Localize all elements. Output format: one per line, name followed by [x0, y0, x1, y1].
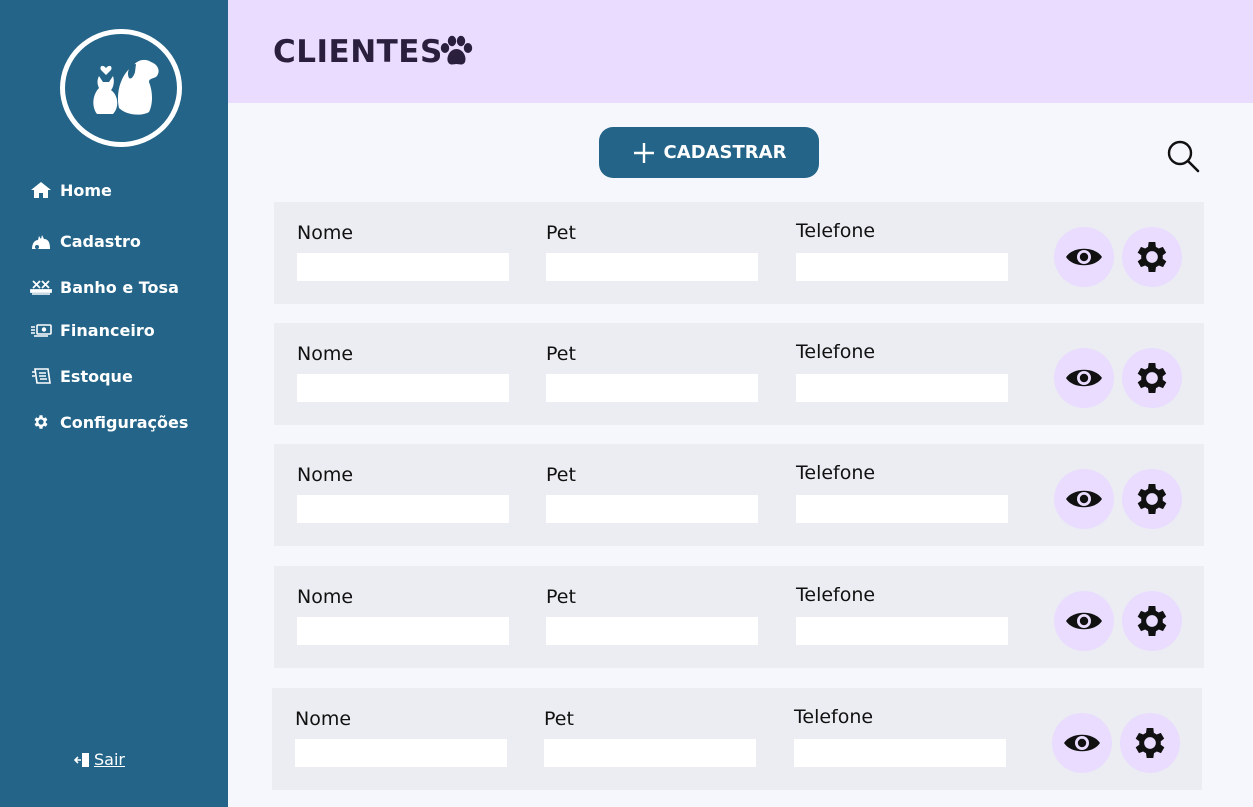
name-label: Nome	[297, 586, 354, 608]
pet-label: Pet	[544, 708, 574, 730]
pet-label: Pet	[546, 464, 576, 486]
view-button[interactable]	[1054, 469, 1114, 529]
pet-field[interactable]	[546, 495, 758, 523]
sidebar-item-financeiro[interactable]: Financeiro	[28, 320, 155, 340]
page-header: CLIENTES	[228, 0, 1253, 103]
name-label: Nome	[297, 343, 354, 365]
name-label: Nome	[297, 464, 354, 486]
client-row: Nome Pet Telefone	[272, 688, 1202, 790]
settings-button[interactable]	[1122, 227, 1182, 287]
eye-icon	[1066, 490, 1102, 508]
logo-icon	[93, 59, 159, 115]
sidebar-item-label: Cadastro	[60, 231, 141, 251]
gear-icon	[1137, 363, 1167, 393]
pet-label: Pet	[546, 222, 576, 244]
client-row: Nome Pet Telefone	[274, 444, 1204, 546]
settings-button[interactable]	[1122, 348, 1182, 408]
eye-icon	[1066, 369, 1102, 387]
name-field[interactable]	[297, 253, 509, 281]
pet-field[interactable]	[546, 374, 758, 402]
sidebar-item-label: Estoque	[60, 366, 133, 386]
view-button[interactable]	[1054, 348, 1114, 408]
eye-icon	[1066, 612, 1102, 630]
add-client-button[interactable]: CADASTRAR	[599, 127, 819, 178]
sidebar-item-label: Configurações	[60, 412, 189, 432]
phone-label: Telefone	[796, 341, 876, 363]
sidebar-item-configuracoes[interactable]: Configurações	[28, 412, 188, 432]
client-row: Nome Pet Telefone	[274, 323, 1204, 425]
gear-icon	[1135, 728, 1165, 758]
add-client-label: CADASTRAR	[663, 142, 787, 163]
settings-button[interactable]	[1122, 469, 1182, 529]
name-field[interactable]	[295, 739, 507, 767]
gear-icon	[1137, 606, 1167, 636]
pet-label: Pet	[546, 343, 576, 365]
phone-field[interactable]	[794, 739, 1006, 767]
view-button[interactable]	[1054, 227, 1114, 287]
search-icon[interactable]	[1165, 138, 1201, 174]
page-title: CLIENTES	[273, 34, 443, 70]
client-row: Nome Pet Telefone	[274, 202, 1204, 304]
house-icon	[28, 180, 53, 200]
pet-field[interactable]	[546, 617, 758, 645]
name-field[interactable]	[297, 374, 509, 402]
sidebar-item-label: Financeiro	[60, 320, 155, 340]
phone-field[interactable]	[796, 495, 1008, 523]
sidebar-item-label: Home	[60, 180, 112, 200]
name-field[interactable]	[297, 495, 509, 523]
name-label: Nome	[297, 222, 354, 244]
eye-icon	[1066, 248, 1102, 266]
settings-button[interactable]	[1122, 591, 1182, 651]
sidebar-item-home[interactable]: Home	[28, 180, 112, 200]
pet-field[interactable]	[546, 253, 758, 281]
paw-icon	[440, 35, 473, 65]
phone-label: Telefone	[796, 584, 876, 606]
phone-field[interactable]	[796, 253, 1008, 281]
phone-field[interactable]	[796, 617, 1008, 645]
view-button[interactable]	[1054, 591, 1114, 651]
sidebar-item-estoque[interactable]: Estoque	[28, 366, 133, 386]
gear-icon	[1137, 484, 1167, 514]
pet-field[interactable]	[544, 739, 756, 767]
sidebar: Home Cadastro Banho e Tosa Financeiro Es…	[0, 0, 228, 807]
plus-icon	[633, 142, 654, 163]
phone-label: Telefone	[796, 220, 876, 242]
client-row: Nome Pet Telefone	[274, 566, 1204, 668]
sidebar-item-cadastro[interactable]: Cadastro	[28, 231, 141, 251]
name-label: Nome	[295, 708, 352, 730]
phone-field[interactable]	[796, 374, 1008, 402]
eye-icon	[1064, 734, 1100, 752]
phone-label: Telefone	[794, 706, 874, 728]
pets-icon	[28, 231, 53, 251]
sidebar-item-label: Banho e Tosa	[60, 277, 179, 297]
grooming-icon	[28, 277, 53, 297]
logout-label: Sair	[94, 750, 125, 769]
gear-icon	[1137, 242, 1167, 272]
settings-button[interactable]	[1120, 713, 1180, 773]
phone-label: Telefone	[796, 462, 876, 484]
view-button[interactable]	[1052, 713, 1112, 773]
pet-label: Pet	[546, 586, 576, 608]
gear-icon	[28, 412, 53, 432]
box-icon	[28, 366, 53, 386]
logout-button[interactable]: Sair	[74, 750, 125, 769]
money-icon	[28, 320, 53, 340]
logout-icon	[74, 752, 89, 767]
sidebar-item-banho-e-tosa[interactable]: Banho e Tosa	[28, 277, 179, 297]
name-field[interactable]	[297, 617, 509, 645]
cat-and-dog-logo	[60, 29, 182, 147]
